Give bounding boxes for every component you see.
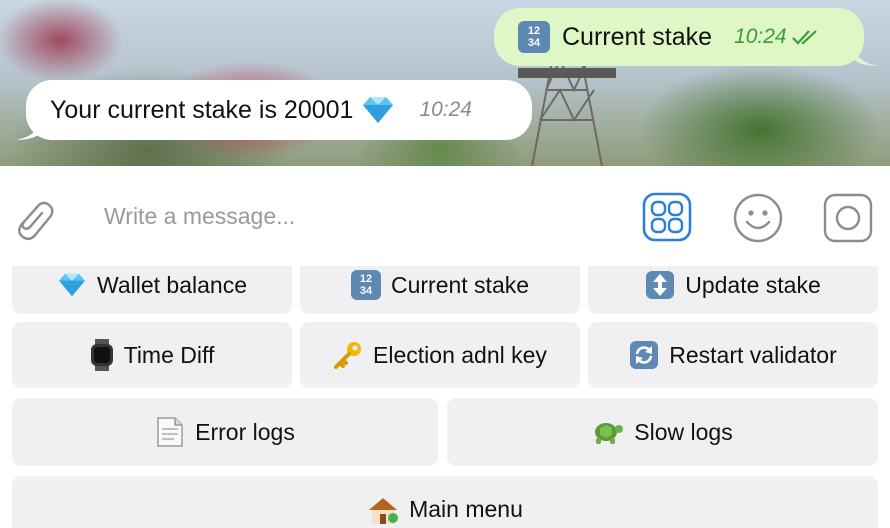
gem-icon [58,273,85,297]
current-stake-button[interactable]: 12 34 Current stake [300,266,580,314]
time-diff-button[interactable]: Time Diff [12,322,292,388]
up-down-arrow-icon [646,271,675,299]
update-stake-button[interactable]: Update stake [588,266,878,314]
time-diff-label: Time Diff [123,341,215,368]
attach-icon[interactable] [10,192,56,242]
chat-area: 12 34 Current stake 10:24 Your current st… [0,0,890,166]
outgoing-message-bubble: 12 34 Current stake 10:24 [494,8,864,66]
double-check-icon [791,30,817,45]
current-stake-label: Current stake [390,271,530,298]
bot-keyboard-icon[interactable] [642,192,692,242]
outgoing-bubble-tail [852,44,878,66]
turtle-icon [595,423,624,444]
slow-logs-button[interactable]: Slow logs [447,398,878,466]
outgoing-message-time: 10:24 [734,25,787,48]
main-menu-label: Main menu [409,496,523,522]
election-adnl-key-label: Election adnl key [373,341,547,368]
wallet-balance-label: Wallet balance [96,271,247,298]
restart-validator-label: Restart validator [669,341,837,368]
outgoing-message-text: Current stake [562,22,713,51]
house-icon [369,498,399,524]
camera-icon[interactable] [822,192,874,244]
incoming-message-bubble: Your current stake is 20001 10:24 [26,80,532,140]
bot-reply-keyboard: Wallet balance 12 34 Current stake Update… [0,266,890,528]
update-stake-label: Update stake [685,271,821,298]
key-icon [334,342,362,369]
incoming-message-text: Your current stake is 20001 [50,95,354,124]
message-input[interactable] [96,194,616,238]
incoming-bubble-tail [16,118,42,140]
error-logs-label: Error logs [195,418,295,445]
wallet-balance-button[interactable]: Wallet balance [12,266,292,314]
main-menu-button[interactable]: Main menu [12,476,878,528]
incoming-message-time: 10:24 [419,98,472,121]
emoji-icon[interactable] [732,192,784,244]
gem-icon [363,97,394,123]
restart-validator-button[interactable]: Restart validator [588,322,878,388]
error-logs-button[interactable]: Error logs [12,398,438,466]
refresh-icon [630,341,659,369]
page-icon [157,417,183,447]
election-adnl-key-button[interactable]: Election adnl key [300,322,580,388]
message-input-bar [0,166,890,266]
numbers-icon: 12 34 [350,270,381,300]
watch-icon [90,339,113,371]
numbers-icon: 12 34 [518,21,550,53]
slow-logs-label: Slow logs [634,418,733,445]
